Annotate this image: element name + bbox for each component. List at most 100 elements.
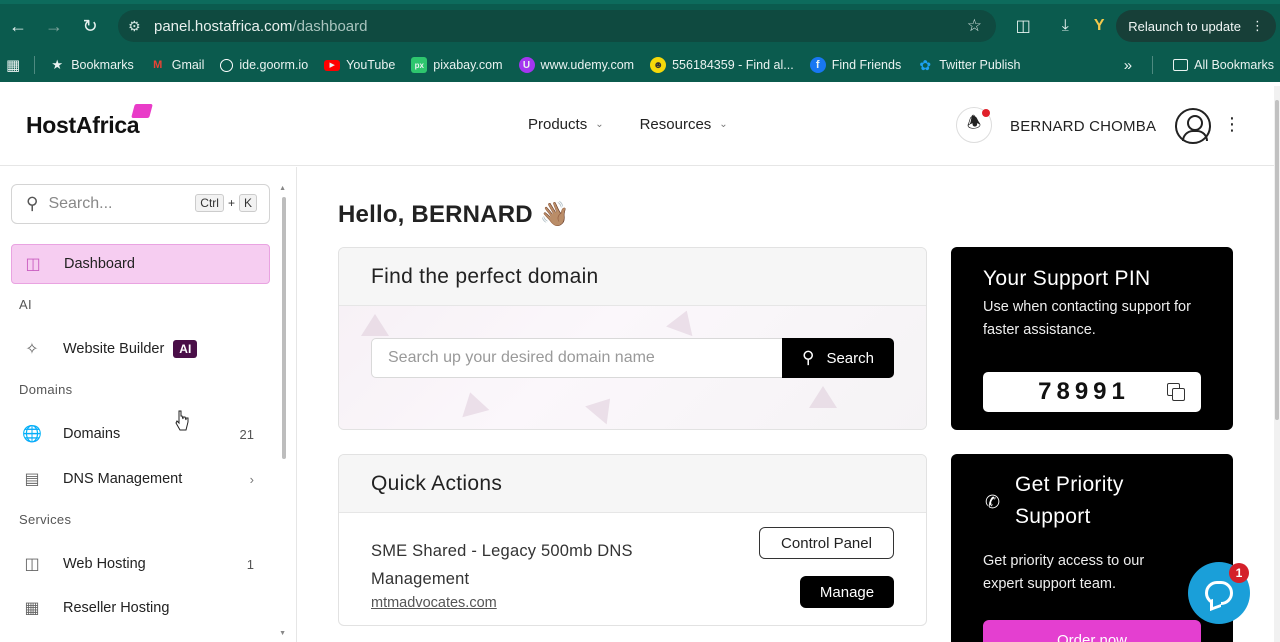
- download-icon[interactable]: ⤓: [1048, 9, 1082, 43]
- user-avatar-icon[interactable]: [1175, 108, 1211, 144]
- bookmark-item[interactable]: f Find Friends: [802, 57, 909, 73]
- goorm-icon: [220, 58, 234, 72]
- ai-badge: AI: [173, 340, 198, 358]
- gmail-icon: M: [153, 59, 163, 71]
- quick-action-row: SME Shared - Legacy 500mb DNS Management…: [339, 513, 926, 623]
- bookmark-item[interactable]: ☻ 556184359 - Find al...: [642, 57, 802, 73]
- server-icon: ▤: [24, 471, 40, 488]
- scroll-up-arrow-icon[interactable]: ▲: [279, 185, 286, 192]
- sidebar-item-website-builder[interactable]: ✧ Website Builder AI: [11, 329, 270, 369]
- manage-button[interactable]: Manage: [800, 576, 894, 608]
- dashboard-layout-icon: ◫: [25, 256, 41, 273]
- support-pin-card: Your Support PIN Use when contacting sup…: [951, 247, 1233, 430]
- waving-hand-icon: 👋🏽: [539, 201, 570, 228]
- bookmark-item[interactable]: Uwww.udemy.com: [511, 57, 643, 73]
- nav-resources[interactable]: Resources ⌄: [640, 116, 728, 133]
- chat-unread-badge: 1: [1229, 563, 1249, 583]
- hosting-icon: ◫: [24, 556, 40, 573]
- bookmark-star-icon[interactable]: ☆: [967, 16, 982, 36]
- search-placeholder: Search...: [48, 195, 113, 212]
- mouse-cursor-icon: [175, 410, 189, 431]
- sidebar-scrollbar[interactable]: [282, 197, 286, 459]
- phone-icon: ✆: [985, 492, 1001, 512]
- quick-actions-card: Quick Actions SME Shared - Legacy 500mb …: [338, 454, 927, 626]
- control-panel-button[interactable]: Control Panel: [759, 527, 894, 559]
- decorative-triangle: [666, 305, 700, 337]
- sidebar-item-dashboard[interactable]: ◫ Dashboard: [11, 244, 270, 284]
- globe-icon: 🌐: [22, 426, 42, 443]
- forward-icon[interactable]: →: [36, 8, 72, 44]
- find-domain-title: Find the perfect domain: [339, 248, 926, 306]
- bookmarks-divider: [1152, 56, 1154, 74]
- user-name[interactable]: BERNARD CHOMBA: [1010, 118, 1156, 135]
- more-options-icon[interactable]: ⋮: [1223, 114, 1241, 135]
- sidebar-item-dns-management[interactable]: ▤ DNS Management ›: [11, 459, 270, 499]
- web-hosting-count: 1: [246, 556, 254, 572]
- chevron-down-icon: ⌄: [595, 119, 604, 130]
- scroll-down-arrow-icon[interactable]: ▼: [279, 630, 286, 637]
- support-pin-subtitle: Use when contacting support for faster a…: [983, 299, 1191, 338]
- section-label-ai: AI: [19, 297, 32, 312]
- priority-support-card: ✆ Get Priority Support Get priority acce…: [951, 454, 1233, 642]
- support-pin-box: 78991: [983, 372, 1201, 412]
- service-name: SME Shared - Legacy 500mb DNS Management: [371, 542, 633, 588]
- sidebar-search-input[interactable]: ⚲ Search... Ctrl + K: [11, 184, 270, 224]
- decorative-triangle: [361, 314, 389, 336]
- back-icon[interactable]: ←: [0, 8, 36, 44]
- udemy-icon: U: [518, 57, 535, 73]
- extension-y-icon[interactable]: Y: [1082, 9, 1116, 43]
- site-info-icon[interactable]: ⚙: [128, 18, 150, 35]
- section-label-domains: Domains: [19, 382, 73, 397]
- support-pin-title: Your Support PIN: [983, 267, 1151, 290]
- bookmark-item[interactable]: ✿ Twitter Publish: [909, 57, 1028, 73]
- bookmark-item[interactable]: px pixabay.com: [403, 57, 510, 73]
- notification-dot: [982, 109, 990, 117]
- star-icon: ★: [51, 57, 64, 72]
- relaunch-button[interactable]: Relaunch to update ⋮: [1116, 10, 1276, 42]
- domain-search-input[interactable]: Search up your desired domain name: [371, 338, 783, 378]
- order-now-button[interactable]: Order now: [983, 620, 1201, 642]
- browser-toolbar: ← → ↻ ⚙ panel.hostafrica.com/dashboard ☆…: [0, 4, 1280, 48]
- domain-search-button[interactable]: ⚲ Search: [782, 338, 894, 378]
- twitter-icon: ✿: [919, 56, 932, 73]
- chevron-right-icon: ›: [249, 471, 254, 487]
- domain-search-area: Search up your desired domain name ⚲ Sea…: [339, 305, 926, 429]
- decorative-triangle: [809, 386, 837, 408]
- more-bookmarks-icon[interactable]: »: [1124, 57, 1132, 74]
- bookmark-item[interactable]: ▶ YouTube: [316, 58, 403, 72]
- menu-kebab-icon: ⋮: [1251, 18, 1264, 33]
- priority-support-subtitle: Get priority access to our expert suppor…: [983, 553, 1145, 592]
- reload-icon[interactable]: ↻: [72, 8, 108, 44]
- decorative-triangle: [585, 389, 621, 425]
- address-bar[interactable]: ⚙ panel.hostafrica.com/dashboard ☆: [118, 10, 996, 42]
- apps-grid-icon[interactable]: ▦: [0, 56, 28, 74]
- copy-icon[interactable]: [1167, 383, 1185, 401]
- extensions-icon[interactable]: ◫: [1006, 9, 1040, 43]
- bookmarks-divider: [34, 56, 36, 74]
- search-icon: ⚲: [802, 348, 815, 367]
- bookmark-item[interactable]: ide.goorm.io: [212, 58, 316, 72]
- sidebar-item-domains[interactable]: 🌐 Domains 21: [11, 414, 270, 454]
- bookmarks-bar: ▦ ★ Bookmarks M Gmail ide.goorm.io ▶ YouTub…: [0, 48, 1280, 82]
- building-icon: ▦: [24, 600, 40, 617]
- search-icon: ⚲: [26, 194, 39, 213]
- facebook-icon: f: [809, 57, 826, 73]
- youtube-icon: ▶: [324, 59, 341, 71]
- page-scrollbar[interactable]: [1275, 100, 1279, 420]
- chevron-down-icon: ⌄: [719, 119, 728, 130]
- app-header: HostAfrica Products ⌄ Resources ⌄ 🕭 BERNAR…: [0, 86, 1280, 166]
- decorative-triangle: [456, 388, 490, 418]
- sidebar-item-web-hosting[interactable]: ◫ Web Hosting 1: [11, 544, 270, 584]
- bookmark-item[interactable]: ★ Bookmarks: [41, 57, 142, 73]
- nav-products[interactable]: Products ⌄: [528, 116, 604, 133]
- support-pin-value: 78991: [1038, 378, 1130, 405]
- top-navigation: Products ⌄ Resources ⌄: [528, 116, 728, 133]
- service-domain-link[interactable]: mtmadvocates.com: [371, 595, 497, 611]
- sidebar-item-reseller-hosting[interactable]: ▦ Reseller Hosting: [11, 588, 270, 628]
- notifications-bell-icon[interactable]: 🕭: [956, 107, 992, 143]
- hostafrica-logo[interactable]: HostAfrica: [26, 104, 154, 139]
- bookmark-item[interactable]: M Gmail: [142, 57, 213, 73]
- sparkles-icon: ✧: [25, 341, 39, 358]
- all-bookmarks-folder[interactable]: All Bookmarks: [1173, 58, 1274, 72]
- domains-count: 21: [239, 426, 254, 442]
